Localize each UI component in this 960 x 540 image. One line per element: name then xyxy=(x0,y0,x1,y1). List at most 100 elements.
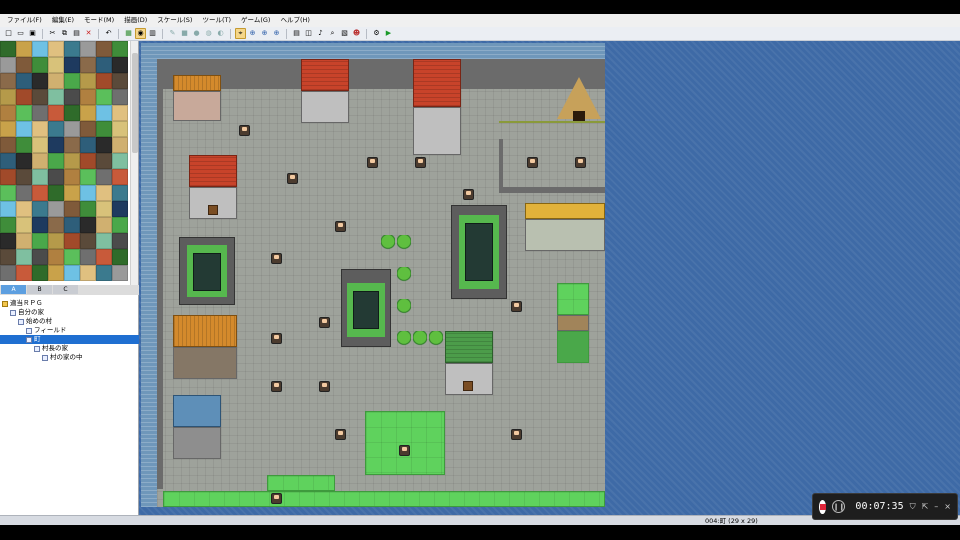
tile[interactable] xyxy=(0,153,16,169)
paste-icon[interactable]: ▤ xyxy=(71,28,82,39)
tile[interactable] xyxy=(64,265,80,281)
map-tree-item[interactable]: 町 xyxy=(0,335,139,344)
event-character[interactable] xyxy=(511,301,522,312)
event-mode-icon[interactable]: ◉ xyxy=(135,28,146,39)
tile[interactable] xyxy=(112,217,128,233)
tile[interactable] xyxy=(96,73,112,89)
tile[interactable] xyxy=(96,249,112,265)
tile[interactable] xyxy=(80,233,96,249)
tile[interactable] xyxy=(32,265,48,281)
tile[interactable] xyxy=(16,89,32,105)
event-character[interactable] xyxy=(335,429,346,440)
tile[interactable] xyxy=(112,201,128,217)
tile[interactable] xyxy=(112,121,128,137)
tile[interactable] xyxy=(48,121,64,137)
tile[interactable] xyxy=(64,105,80,121)
tile[interactable] xyxy=(16,185,32,201)
select-icon[interactable]: ⌖ xyxy=(235,28,246,39)
plugin-icon[interactable]: ◫ xyxy=(303,28,314,39)
copy-icon[interactable]: ⧉ xyxy=(59,28,70,39)
map-tree-item[interactable]: 村の家の中 xyxy=(0,353,139,362)
tile[interactable] xyxy=(80,169,96,185)
event-character[interactable] xyxy=(271,493,282,504)
tile[interactable] xyxy=(64,57,80,73)
tile[interactable] xyxy=(80,137,96,153)
menu-item[interactable]: ファイル(F) xyxy=(2,14,47,27)
event-character[interactable] xyxy=(511,429,522,440)
tile[interactable] xyxy=(0,249,16,265)
map-tree-item[interactable]: 適当ＲＰＧ xyxy=(0,299,139,308)
menu-item[interactable]: スケール(S) xyxy=(152,14,197,27)
rectangle-icon[interactable]: ■ xyxy=(179,28,190,39)
close-icon[interactable]: × xyxy=(944,502,951,511)
tile[interactable] xyxy=(80,121,96,137)
popout-icon[interactable]: ⇱ xyxy=(922,502,929,511)
tile[interactable] xyxy=(112,169,128,185)
tile[interactable] xyxy=(96,185,112,201)
tile[interactable] xyxy=(0,217,16,233)
tile[interactable] xyxy=(16,201,32,217)
tile[interactable] xyxy=(16,121,32,137)
tile[interactable] xyxy=(80,73,96,89)
tile[interactable] xyxy=(16,41,32,57)
resource-icon[interactable]: ▧ xyxy=(339,28,350,39)
tile[interactable] xyxy=(80,105,96,121)
playtest-icon[interactable]: ▶ xyxy=(383,28,394,39)
tile[interactable] xyxy=(16,265,32,281)
tile[interactable] xyxy=(0,233,16,249)
tile[interactable] xyxy=(48,89,64,105)
tile[interactable] xyxy=(32,185,48,201)
tile[interactable] xyxy=(64,217,80,233)
tile[interactable] xyxy=(80,217,96,233)
tile[interactable] xyxy=(0,265,16,281)
tile[interactable] xyxy=(64,201,80,217)
pause-icon[interactable]: ❙❙ xyxy=(832,500,846,513)
shield-icon[interactable]: ⛉ xyxy=(910,502,916,512)
tile[interactable] xyxy=(96,201,112,217)
tile[interactable] xyxy=(80,201,96,217)
tile[interactable] xyxy=(96,57,112,73)
tile[interactable] xyxy=(96,105,112,121)
tile[interactable] xyxy=(32,105,48,121)
tile[interactable] xyxy=(0,41,16,57)
menu-item[interactable]: ヘルプ(H) xyxy=(275,14,314,27)
tileset-palette[interactable] xyxy=(0,41,130,285)
tile[interactable] xyxy=(64,153,80,169)
tile[interactable] xyxy=(16,233,32,249)
tile[interactable] xyxy=(0,201,16,217)
menu-item[interactable]: ゲーム(G) xyxy=(236,14,275,27)
menu-item[interactable]: 編集(E) xyxy=(47,14,79,27)
tile[interactable] xyxy=(16,169,32,185)
tab-b[interactable]: B xyxy=(27,285,52,294)
tile[interactable] xyxy=(112,153,128,169)
tile[interactable] xyxy=(80,57,96,73)
event-character[interactable] xyxy=(271,333,282,344)
tile[interactable] xyxy=(32,137,48,153)
tile[interactable] xyxy=(0,105,16,121)
tile[interactable] xyxy=(112,185,128,201)
tile[interactable] xyxy=(16,137,32,153)
tile[interactable] xyxy=(64,73,80,89)
tile[interactable] xyxy=(0,73,16,89)
tile[interactable] xyxy=(48,137,64,153)
tile[interactable] xyxy=(112,57,128,73)
database-icon[interactable]: ▤ xyxy=(291,28,302,39)
tile[interactable] xyxy=(80,41,96,57)
tile[interactable] xyxy=(96,41,112,57)
tile[interactable] xyxy=(16,249,32,265)
tile[interactable] xyxy=(16,105,32,121)
tile[interactable] xyxy=(32,169,48,185)
tile[interactable] xyxy=(64,233,80,249)
map-tree-item[interactable]: 村長の家 xyxy=(0,344,139,353)
tile[interactable] xyxy=(96,137,112,153)
tile[interactable] xyxy=(96,265,112,281)
tile[interactable] xyxy=(64,121,80,137)
palette-scrollbar[interactable] xyxy=(130,41,138,285)
tile[interactable] xyxy=(0,137,16,153)
tile[interactable] xyxy=(48,217,64,233)
tile[interactable] xyxy=(64,137,80,153)
fill-icon[interactable]: ◍ xyxy=(203,28,214,39)
save-icon[interactable]: ▣ xyxy=(27,28,38,39)
character-gen-icon[interactable]: ☻ xyxy=(351,28,362,39)
zoom-4-icon[interactable]: ⊕ xyxy=(271,28,282,39)
